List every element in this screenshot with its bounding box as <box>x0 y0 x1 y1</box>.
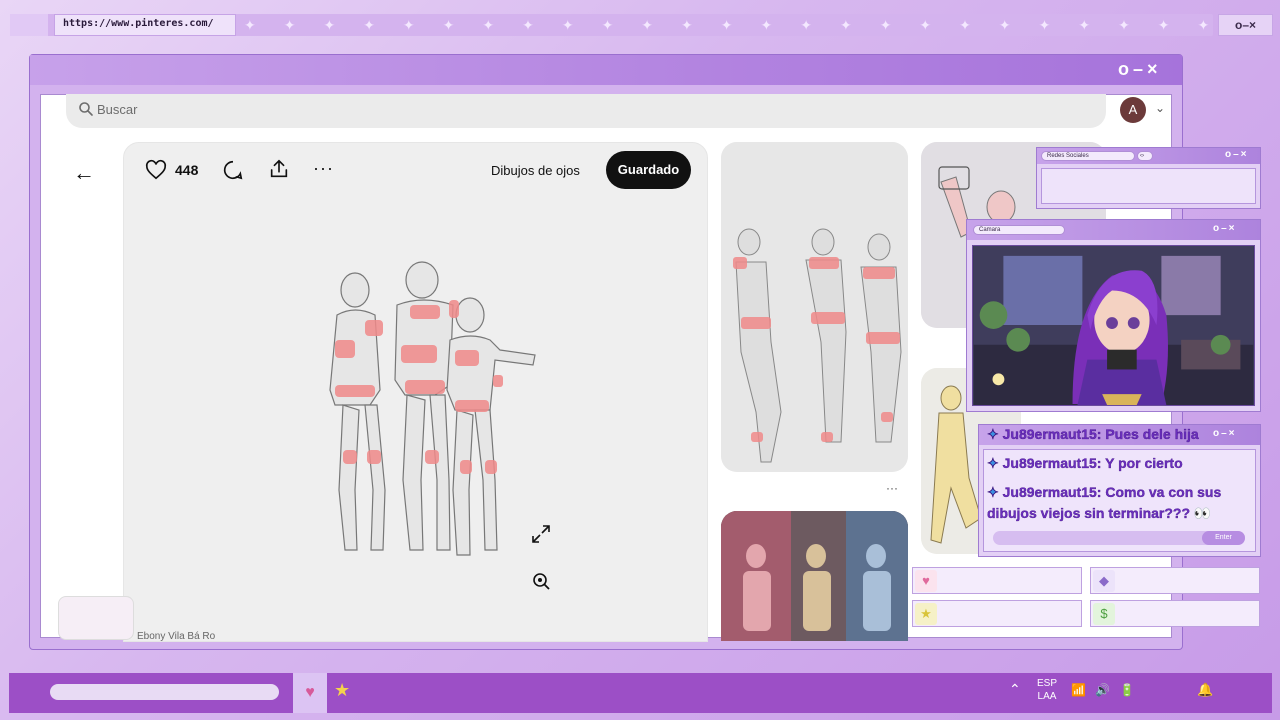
social-overlay-arrows: ‹› <box>1137 151 1153 161</box>
stat-box-hearts <box>912 567 1082 594</box>
grid-pin-figures-dark[interactable] <box>721 511 908 641</box>
heart-app-icon[interactable]: ♥ <box>293 673 327 713</box>
chat-enter-button[interactable]: Enter <box>1202 531 1245 545</box>
stat-box-money <box>1090 600 1260 627</box>
system-tray-icons[interactable]: 📶 🔊 🔋 <box>1071 683 1138 697</box>
chevron-down-icon[interactable]: ⌄ <box>1155 101 1165 115</box>
chevron-up-icon[interactable]: ⌃ <box>1009 681 1021 698</box>
camera-overlay-label: Camara <box>973 225 1065 235</box>
related-thumbnail[interactable] <box>58 596 134 640</box>
gem-stat-icon: ◆ <box>1093 570 1115 592</box>
chat-message: ✦ Ju89ermaut15: Pues dele hija <box>987 426 1199 442</box>
overlay-url-text: https://www.pinteres.com/ <box>63 18 214 29</box>
visual-search-icon[interactable] <box>531 571 551 591</box>
avatar[interactable]: A <box>1120 97 1146 123</box>
star-app-icon[interactable]: ★ <box>334 680 350 701</box>
stat-box-stars <box>912 600 1082 627</box>
pin-image-pose-sketch[interactable] <box>325 260 550 570</box>
saved-button[interactable]: Guardado <box>606 151 691 189</box>
vtuber-camera-feed <box>972 245 1255 406</box>
chat-message-continued: dibujos viejos sin terminar??? 👀 <box>987 505 1212 521</box>
overlay-sparkles: ✦✦✦✦✦✦✦✦✦✦✦✦✦✦✦✦✦✦✦✦✦✦✦✦✦✦ <box>244 17 1212 33</box>
board-selector[interactable]: Dibujos de ojos <box>491 163 580 178</box>
star-stat-icon: ★ <box>915 603 937 625</box>
comment-icon[interactable] <box>222 159 244 181</box>
chat-overlay-controls: o–× <box>1213 428 1237 439</box>
search-input[interactable]: Buscar <box>97 102 137 117</box>
notification-bell-icon[interactable]: 🔔 <box>1197 682 1213 698</box>
grid-pin-more-icon[interactable]: ··· <box>886 481 898 495</box>
main-window-controls: o–× <box>1118 59 1162 79</box>
more-options-icon[interactable]: ··· <box>313 158 334 179</box>
overlay-top-left-box <box>10 14 48 36</box>
language-indicator[interactable]: ESP LAA <box>1037 677 1057 703</box>
like-count: 448 <box>175 162 199 178</box>
search-bar[interactable] <box>66 94 1106 128</box>
pin-icon: ✦ <box>987 426 999 442</box>
back-arrow-icon[interactable]: ← <box>73 160 95 186</box>
share-icon[interactable] <box>268 158 290 180</box>
heart-icon[interactable] <box>145 159 167 181</box>
chat-message: ✦ Ju89ermaut15: Y por cierto <box>987 455 1183 471</box>
stat-box-gems <box>1090 567 1260 594</box>
pin-icon: ✦ <box>987 484 999 500</box>
chat-message: ✦ Ju89ermaut15: Como va con sus <box>987 484 1222 500</box>
language-layout: LAA <box>1037 691 1057 702</box>
language-code: ESP <box>1037 678 1058 689</box>
pin-icon: ✦ <box>987 455 999 471</box>
heart-stat-icon: ♥ <box>915 570 937 592</box>
overlay-top-controls: o–× <box>1218 14 1273 36</box>
social-overlay-controls: o–× <box>1225 149 1249 160</box>
dollar-stat-icon: $ <box>1093 603 1115 625</box>
camera-overlay-controls: o–× <box>1213 223 1237 234</box>
grid-pin-poses[interactable] <box>721 142 908 472</box>
main-titlebar <box>30 55 1182 85</box>
pin-author[interactable]: Ebony Vila Bá Ro <box>137 631 257 641</box>
taskbar-search[interactable] <box>50 684 279 700</box>
social-overlay-panel <box>1041 168 1256 204</box>
search-icon <box>79 102 93 116</box>
expand-icon[interactable] <box>531 524 551 544</box>
social-overlay-label: Redes Sociales <box>1041 151 1135 161</box>
